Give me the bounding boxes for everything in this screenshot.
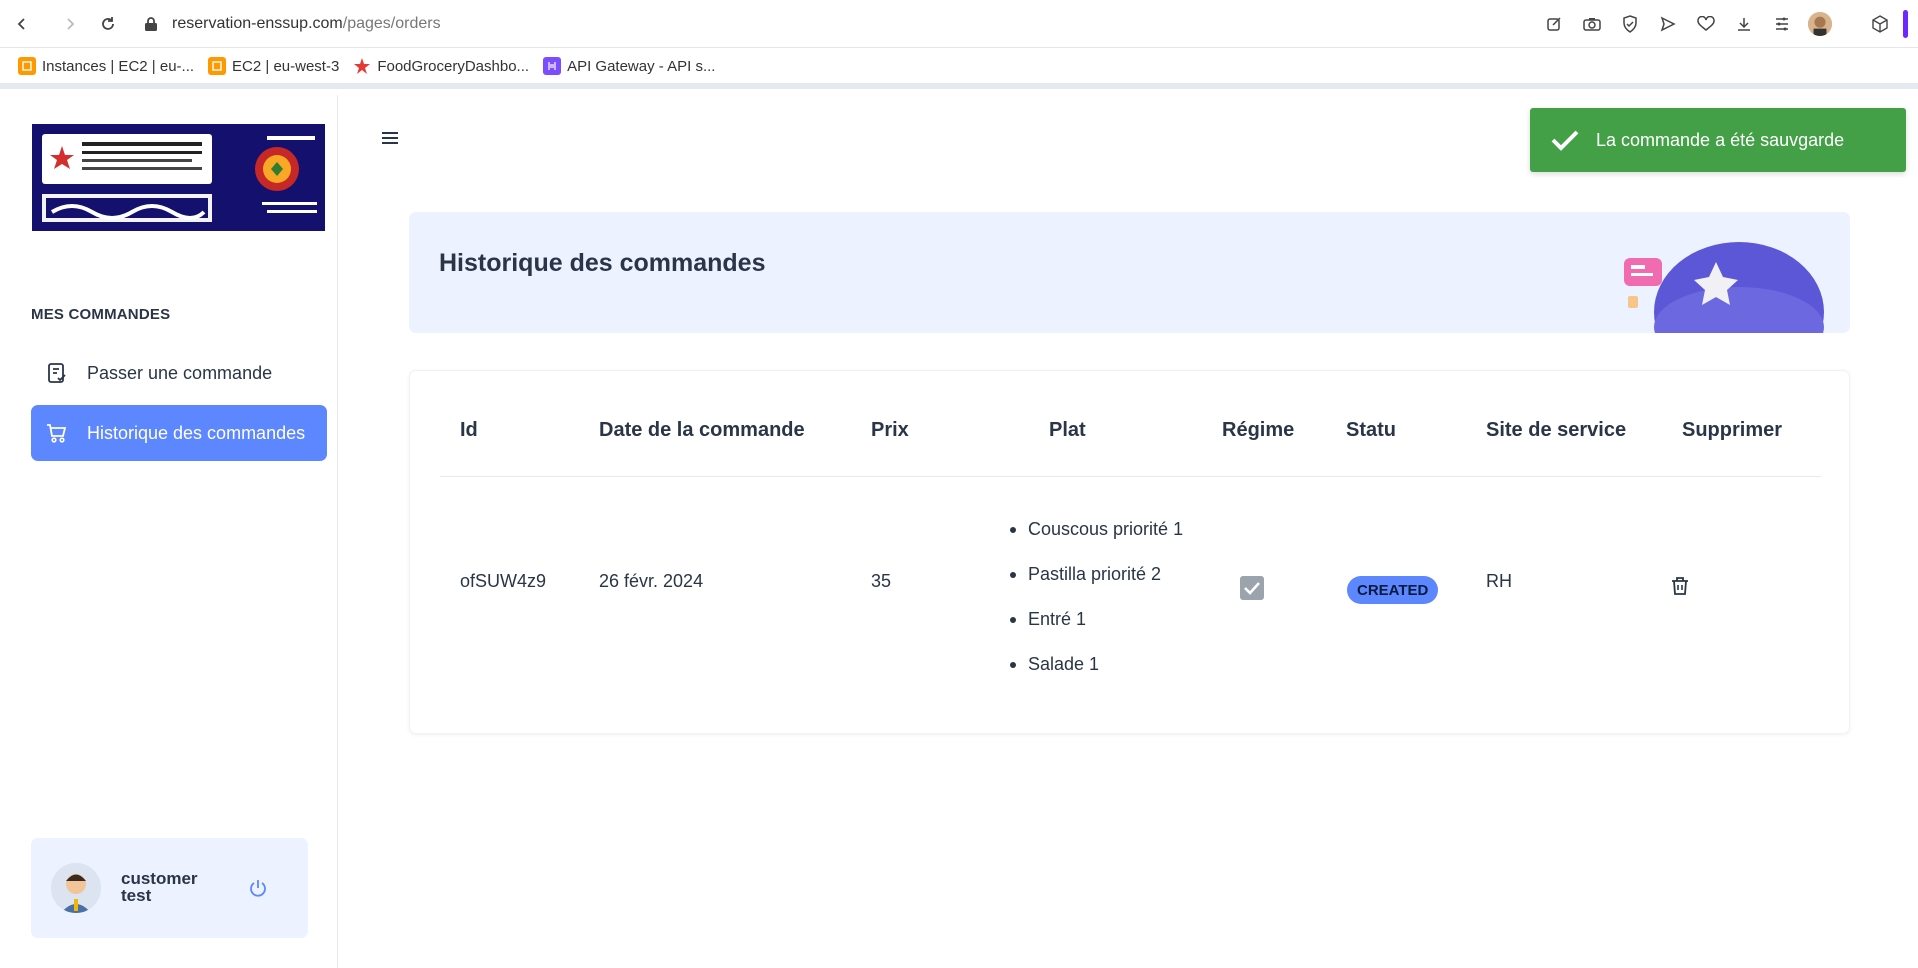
- order-date: 26 févr. 2024: [599, 571, 704, 591]
- success-toast[interactable]: La commande a été sauvgarde: [1530, 108, 1906, 172]
- aws-icon: [18, 57, 36, 75]
- bookmark-item[interactable]: EC2 | eu-west-3: [208, 57, 339, 75]
- camera-icon[interactable]: [1580, 12, 1604, 36]
- user-name: customer test: [121, 869, 198, 905]
- sidebar-item-historique[interactable]: Historique des commandes: [31, 405, 327, 461]
- url-path: /pages/orders: [342, 15, 441, 32]
- dish-item: Salade 1: [1010, 642, 1183, 687]
- browser-toolbar: reservation-enssup.com/pages/orders: [0, 0, 1918, 48]
- dish-item: Pastilla priorité 2: [1010, 552, 1183, 597]
- status-badge: CREATED: [1347, 576, 1439, 604]
- regime-checkbox[interactable]: [1240, 576, 1264, 600]
- bookmark-item[interactable]: FoodGroceryDashbo...: [353, 57, 529, 75]
- main-content: La commande a été sauvgarde Historique d…: [338, 95, 1918, 968]
- cart-icon: [45, 421, 69, 445]
- order-id: ofSUW4z9: [460, 571, 547, 591]
- bookmarks-bar: Instances | EC2 | eu-... EC2 | eu-west-3…: [0, 49, 1918, 89]
- sidebar-item-label: Passer une commande: [87, 362, 273, 383]
- order-price: 35: [871, 571, 892, 591]
- url-domain: reservation-enssup.com: [172, 15, 343, 32]
- sidebar-section-title: MES COMMANDES: [31, 306, 171, 323]
- order-form-icon: [45, 361, 69, 385]
- banner-illustration: [1624, 232, 1824, 333]
- column-header-supprimer: Supprimer: [1682, 419, 1783, 441]
- bookmark-label: Instances | EC2 | eu-...: [42, 57, 195, 75]
- page-header-banner: Historique des commandes: [409, 212, 1850, 333]
- extensions-icon[interactable]: [1871, 15, 1889, 33]
- column-header-regime: Régime: [1222, 419, 1295, 441]
- shield-icon[interactable]: [1618, 12, 1642, 36]
- column-header-site: Site de service: [1486, 419, 1627, 441]
- address-bar[interactable]: reservation-enssup.com/pages/orders: [144, 12, 441, 36]
- send-icon[interactable]: [1656, 12, 1680, 36]
- column-header-plat: Plat: [1049, 419, 1086, 441]
- forward-icon[interactable]: [58, 12, 82, 36]
- bookmark-item[interactable]: Instances | EC2 | eu-...: [18, 57, 194, 75]
- trash-icon[interactable]: [1668, 574, 1692, 598]
- column-header-id: Id: [460, 419, 478, 441]
- hamburger-menu-icon[interactable]: [378, 126, 402, 150]
- heart-icon[interactable]: [1694, 12, 1718, 36]
- bookmark-label: FoodGroceryDashbo...: [377, 57, 530, 75]
- logo[interactable]: [32, 124, 325, 231]
- toast-message: La commande a été sauvgarde: [1596, 129, 1845, 150]
- reload-icon[interactable]: [96, 12, 120, 36]
- download-icon[interactable]: [1732, 12, 1756, 36]
- sidebar: MES COMMANDES Passer une commande Histor…: [0, 95, 338, 968]
- menu-lines-icon[interactable]: [1770, 12, 1794, 36]
- back-icon[interactable]: [10, 12, 34, 36]
- column-header-statut: Statu: [1346, 419, 1396, 441]
- column-header-prix: Prix: [871, 419, 909, 441]
- sidebar-item-passer-commande[interactable]: Passer une commande: [31, 345, 327, 401]
- bookmark-label: API Gateway - API s...: [567, 57, 716, 75]
- dish-list: Couscous priorité 1 Pastilla priorité 2 …: [1010, 507, 1183, 687]
- star-logo-icon: [353, 57, 371, 75]
- dish-item: Entré 1: [1010, 597, 1183, 642]
- service-site: RH: [1486, 571, 1512, 591]
- table-header-divider: [440, 476, 1821, 477]
- logout-icon[interactable]: [246, 876, 270, 900]
- api-gateway-icon: [543, 57, 562, 75]
- orders-table-card: Id Date de la commande Prix Plat Régime …: [409, 370, 1850, 734]
- bookmark-item[interactable]: API Gateway - API s...: [543, 57, 715, 75]
- page-title: Historique des commandes: [439, 249, 766, 277]
- dish-item: Couscous priorité 1: [1010, 507, 1183, 552]
- column-header-date: Date de la commande: [599, 419, 805, 441]
- sidebar-indicator: [1903, 10, 1908, 38]
- lock-icon: [144, 16, 158, 32]
- sidebar-item-label: Historique des commandes: [87, 422, 306, 443]
- aws-icon: [208, 57, 227, 75]
- user-profile-card: customer test: [31, 838, 308, 938]
- bookmark-label: EC2 | eu-west-3: [232, 57, 340, 75]
- edit-icon[interactable]: [1542, 12, 1566, 36]
- app-container: MES COMMANDES Passer une commande Histor…: [0, 95, 1918, 968]
- browser-profile-avatar[interactable]: [1808, 12, 1832, 36]
- checkmark-icon: [1550, 128, 1580, 152]
- avatar: [51, 863, 101, 913]
